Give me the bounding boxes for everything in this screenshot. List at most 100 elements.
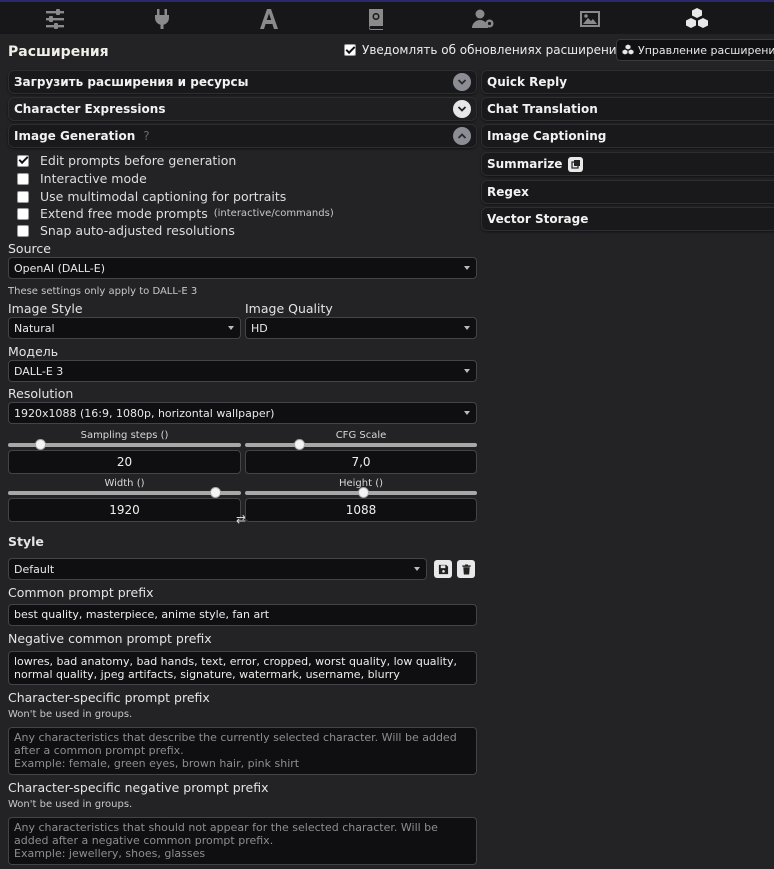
height-input[interactable]: 1088	[245, 498, 477, 522]
accordion-regex[interactable]: Regex	[481, 180, 774, 204]
copy-icon	[568, 156, 584, 172]
height-thumb[interactable]	[357, 487, 369, 498]
notify-updates-checkbox[interactable]	[344, 44, 356, 56]
style-preset-select[interactable]: Default	[8, 558, 427, 580]
char-negative-note: Won't be used in groups.	[8, 799, 133, 810]
chevron-down-icon[interactable]	[453, 100, 471, 118]
source-select[interactable]: OpenAI (DALL-E)	[8, 257, 477, 279]
negative-prefix-label: Negative common prompt prefix	[8, 631, 212, 646]
width-thumb[interactable]	[210, 487, 222, 498]
char-negative-label: Character-specific negative prompt prefi…	[8, 780, 269, 795]
option-label: Interactive mode	[40, 171, 147, 186]
width-track[interactable]	[8, 491, 241, 495]
checkbox[interactable]	[17, 207, 29, 220]
checkbox[interactable]	[17, 172, 29, 185]
accordion-label: Quick Reply	[487, 75, 568, 89]
panel-title: Расширения	[8, 44, 109, 60]
option-multimodal-captioning[interactable]: Use multimodal captioning for portraits	[17, 189, 286, 204]
option-interactive-mode[interactable]: Interactive mode	[17, 171, 147, 186]
width-label: Width ()	[104, 478, 145, 489]
delete-style-button[interactable]	[457, 560, 475, 578]
accordion-label: Загрузить расширения и ресурсы	[14, 75, 249, 89]
checkbox[interactable]	[17, 154, 29, 167]
option-label: Edit prompts before generation	[40, 153, 237, 168]
cfg-scale-thumb[interactable]	[293, 439, 305, 450]
char-prefix-label: Character-specific prompt prefix	[8, 690, 210, 705]
dropdown-arrow-icon	[464, 411, 470, 415]
manage-extensions-label: Управление расширениями	[638, 43, 774, 57]
notify-updates-label: Уведомлять об обновлениях расширений	[362, 43, 625, 57]
accordion-label: Summarize	[487, 157, 563, 171]
model-value: DALL-E 3	[14, 364, 64, 378]
cfg-scale-track[interactable]	[245, 443, 477, 447]
option-extend-free-mode[interactable]: Extend free mode prompts (interactive/co…	[17, 206, 334, 221]
cfg-scale-control: CFG Scale 7,0	[245, 430, 477, 474]
source-label: Source	[8, 241, 51, 256]
option-snap-resolutions[interactable]: Snap auto-adjusted resolutions	[17, 223, 235, 238]
dalle-note: These settings only apply to DALL-E 3	[8, 286, 198, 297]
dropdown-arrow-icon	[414, 567, 420, 571]
chevron-up-icon[interactable]	[453, 127, 471, 145]
accordion-image-generation[interactable]: Image Generation ?	[8, 124, 477, 148]
accordion-load-extensions[interactable]: Загрузить расширения и ресурсы	[8, 70, 477, 94]
accordion-character-expressions[interactable]: Character Expressions	[8, 97, 477, 121]
resolution-label: Resolution	[8, 386, 74, 401]
accordion-label: Vector Storage	[487, 212, 589, 226]
panel-header: Расширения Уведомлять об обновлениях рас…	[8, 39, 774, 64]
manage-extensions-button[interactable]: Управление расширениями	[616, 39, 774, 61]
notify-updates-toggle[interactable]: Уведомлять об обновлениях расширений	[344, 43, 624, 57]
trash-icon	[461, 563, 471, 575]
image-style-label: Image Style	[8, 301, 83, 316]
common-prefix-textarea[interactable]: best quality, masterpiece, anime style, …	[8, 604, 477, 626]
sampling-steps-control: Sampling steps () 20	[8, 430, 241, 474]
char-prefix-textarea[interactable]: Any characteristics that describe the cu…	[8, 727, 477, 775]
accordion-label: Image Generation	[14, 129, 136, 143]
floppy-icon	[438, 564, 448, 574]
width-control: Width () 1920	[8, 478, 241, 522]
checkbox[interactable]	[17, 190, 29, 203]
char-negative-textarea[interactable]: Any characteristics that should not appe…	[8, 817, 477, 865]
accordion-image-captioning[interactable]: Image Captioning	[481, 124, 774, 148]
dropdown-arrow-icon	[464, 326, 470, 330]
negative-prefix-textarea[interactable]: lowres, bad anatomy, bad hands, text, er…	[8, 651, 477, 685]
style-preset-value: Default	[14, 562, 55, 576]
user-gear-icon[interactable]	[468, 7, 498, 31]
option-label: Extend free mode prompts	[40, 206, 208, 221]
option-edit-prompts[interactable]: Edit prompts before generation	[17, 153, 236, 168]
accordion-label: Character Expressions	[14, 102, 166, 116]
accordion-vector-storage[interactable]: Vector Storage	[481, 207, 774, 231]
accordion-label: Chat Translation	[487, 102, 598, 116]
source-value: OpenAI (DALL-E)	[14, 261, 106, 275]
book-icon[interactable]	[361, 7, 391, 31]
image-quality-select[interactable]: HD	[245, 317, 477, 339]
option-label: Use multimodal captioning for portraits	[40, 189, 287, 204]
cubes-icon	[622, 44, 634, 56]
dropdown-arrow-icon	[464, 369, 470, 373]
width-input[interactable]: 1920	[8, 498, 241, 522]
dropdown-arrow-icon	[464, 266, 470, 270]
extensions-panel: Расширения Уведомлять об обновлениях рас…	[0, 34, 774, 869]
sampling-steps-input[interactable]: 20	[8, 450, 241, 474]
chevron-down-icon[interactable]	[453, 73, 471, 91]
plug-icon[interactable]	[147, 7, 177, 31]
save-style-button[interactable]	[434, 560, 452, 578]
accordion-chat-translation[interactable]: Chat Translation	[481, 97, 774, 121]
image-quality-label: Image Quality	[245, 301, 333, 316]
cubes-icon[interactable]	[682, 7, 712, 31]
help-icon[interactable]: ?	[143, 129, 149, 143]
image-style-select[interactable]: Natural	[8, 317, 241, 339]
font-icon[interactable]	[254, 7, 284, 31]
model-label: Модель	[8, 344, 59, 359]
accordion-quick-reply[interactable]: Quick Reply	[481, 70, 774, 94]
top-navigation	[0, 0, 774, 34]
cfg-scale-label: CFG Scale	[335, 430, 387, 441]
accordion-summarize[interactable]: Summarize	[481, 152, 774, 176]
sampling-steps-thumb[interactable]	[34, 439, 46, 450]
model-select[interactable]: DALL-E 3	[8, 360, 477, 382]
char-prefix-note: Won't be used in groups.	[8, 709, 133, 720]
sliders-icon[interactable]	[40, 7, 70, 31]
image-icon[interactable]	[575, 7, 605, 31]
resolution-select[interactable]: 1920x1088 (16:9, 1080p, horizontal wallp…	[8, 402, 477, 424]
cfg-scale-input[interactable]: 7,0	[245, 450, 477, 474]
checkbox[interactable]	[17, 224, 29, 237]
